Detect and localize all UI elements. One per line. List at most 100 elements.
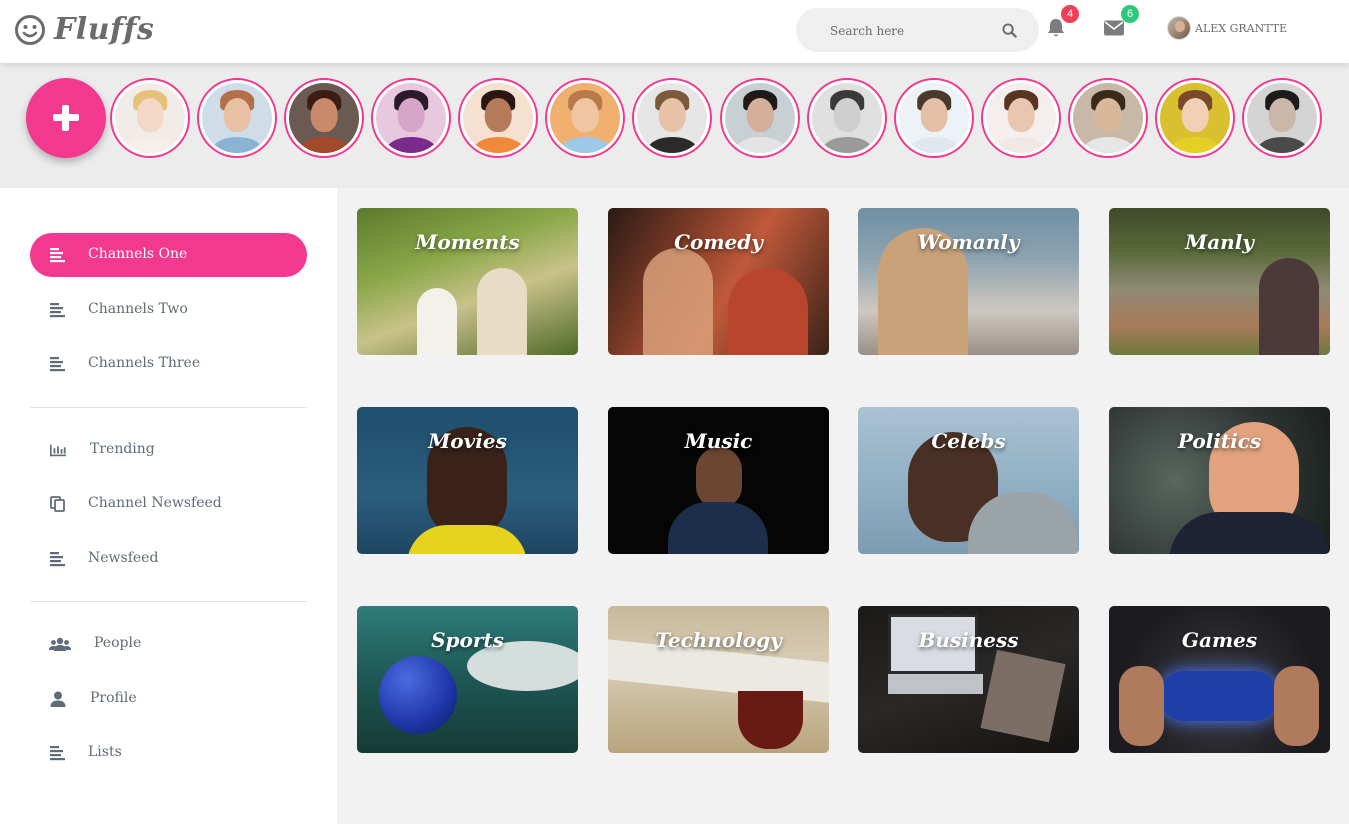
card-photo — [728, 268, 808, 355]
avatar-shoulders — [822, 136, 872, 153]
avatar-face — [833, 98, 861, 132]
avatar — [202, 83, 272, 153]
channel-card-movies[interactable]: Movies — [357, 407, 578, 554]
channel-card-comedy[interactable]: Comedy — [608, 208, 829, 355]
avatar-face — [1007, 98, 1035, 132]
avatar — [1247, 83, 1317, 153]
card-photo — [379, 656, 457, 734]
story-avatar[interactable] — [371, 78, 451, 158]
sidebar-item-lists[interactable]: Lists — [30, 731, 307, 775]
sidebar-divider — [30, 407, 307, 408]
bar-chart-icon — [50, 444, 66, 457]
sidebar-divider — [30, 601, 307, 602]
story-avatar[interactable] — [284, 78, 364, 158]
card-photo — [1169, 512, 1330, 554]
sidebar-item-channels-two[interactable]: Channels Two — [30, 288, 307, 332]
card-title: Business — [918, 628, 1019, 652]
avatar-shoulders — [647, 136, 697, 153]
channel-card-womanly[interactable]: Womanly — [858, 208, 1079, 355]
sidebar-item-channels-one[interactable]: Channels One — [30, 233, 307, 277]
card-title: Technology — [655, 628, 782, 652]
sidebar-item-trending[interactable]: Trending — [30, 428, 307, 472]
card-title: Sports — [431, 628, 504, 652]
story-avatar[interactable] — [110, 78, 190, 158]
avatar — [1073, 83, 1143, 153]
logo[interactable]: Fluffs — [14, 12, 154, 47]
sidebar-item-channel-newsfeed[interactable]: Channel Newsfeed — [30, 482, 307, 526]
avatar-shoulders — [212, 136, 262, 153]
story-avatar[interactable] — [545, 78, 625, 158]
channel-card-manly[interactable]: Manly — [1109, 208, 1330, 355]
channel-card-sports[interactable]: Sports — [357, 606, 578, 753]
logo-text: Fluffs — [54, 12, 155, 47]
mail-icon[interactable] — [1103, 19, 1125, 37]
story-avatar[interactable] — [1242, 78, 1322, 158]
avatar-face — [1181, 98, 1209, 132]
channel-card-celebs[interactable]: Celebs — [858, 407, 1079, 554]
avatar-face — [136, 98, 164, 132]
story-avatar[interactable] — [720, 78, 800, 158]
sidebar-item-label: Newsfeed — [88, 550, 159, 566]
sidebar-item-people[interactable]: People — [30, 622, 307, 666]
stories-bar — [0, 63, 1349, 188]
story-avatar[interactable] — [197, 78, 277, 158]
channel-card-moments[interactable]: Moments — [357, 208, 578, 355]
card-photo — [477, 268, 527, 355]
list-icon — [50, 746, 65, 761]
channel-grid: Moments Comedy Womanly Manly Movies Musi… — [337, 188, 1349, 824]
user-menu[interactable]: ALEX GRANTTE — [1167, 16, 1287, 40]
avatar — [725, 83, 795, 153]
search-box — [796, 8, 1039, 52]
sidebar-item-profile[interactable]: Profile — [30, 677, 307, 721]
sidebar-item-label: Channels Three — [88, 355, 201, 371]
sidebar-item-channels-three[interactable]: Channels Three — [30, 342, 307, 386]
notification-badge: 4 — [1061, 5, 1079, 23]
sidebar-item-label: People — [94, 635, 142, 651]
avatar-shoulders — [735, 136, 785, 153]
avatar-face — [920, 98, 948, 132]
avatar — [812, 83, 882, 153]
card-photo — [407, 525, 527, 554]
avatar-face — [310, 98, 338, 132]
list-icon — [50, 357, 65, 372]
sidebar-item-newsfeed[interactable]: Newsfeed — [30, 537, 307, 581]
card-photo — [1274, 666, 1319, 746]
story-avatar[interactable] — [1155, 78, 1235, 158]
sidebar-item-label: Channels Two — [88, 301, 188, 317]
search-input[interactable] — [830, 20, 990, 42]
add-story-button[interactable] — [26, 78, 106, 158]
sidebar-item-label: Channel Newsfeed — [88, 495, 222, 511]
avatar — [463, 83, 533, 153]
search-icon[interactable] — [1002, 23, 1017, 38]
avatar — [637, 83, 707, 153]
channel-card-games[interactable]: Games — [1109, 606, 1330, 753]
channel-card-politics[interactable]: Politics — [1109, 407, 1330, 554]
channel-card-business[interactable]: Business — [858, 606, 1079, 753]
message-badge: 6 — [1121, 5, 1139, 23]
card-title: Womanly — [917, 230, 1020, 254]
list-icon — [50, 552, 65, 567]
list-icon — [50, 248, 65, 263]
card-photo — [980, 649, 1066, 743]
story-avatar[interactable] — [632, 78, 712, 158]
card-photo — [696, 447, 742, 507]
avatar — [1167, 16, 1191, 40]
channel-card-music[interactable]: Music — [608, 407, 829, 554]
story-avatar[interactable] — [1068, 78, 1148, 158]
sidebar-item-label: Profile — [90, 690, 137, 706]
card-title: Comedy — [674, 230, 763, 254]
story-avatar[interactable] — [807, 78, 887, 158]
user-icon — [50, 691, 66, 707]
story-avatar[interactable] — [458, 78, 538, 158]
story-avatar[interactable] — [894, 78, 974, 158]
card-title: Moments — [415, 230, 520, 254]
avatar-shoulders — [1083, 136, 1133, 153]
card-photo — [1259, 258, 1319, 355]
avatar — [986, 83, 1056, 153]
channel-card-technology[interactable]: Technology — [608, 606, 829, 753]
avatar-shoulders — [996, 136, 1046, 153]
avatar-shoulders — [386, 136, 436, 153]
avatar — [376, 83, 446, 153]
avatar-face — [658, 98, 686, 132]
story-avatar[interactable] — [981, 78, 1061, 158]
